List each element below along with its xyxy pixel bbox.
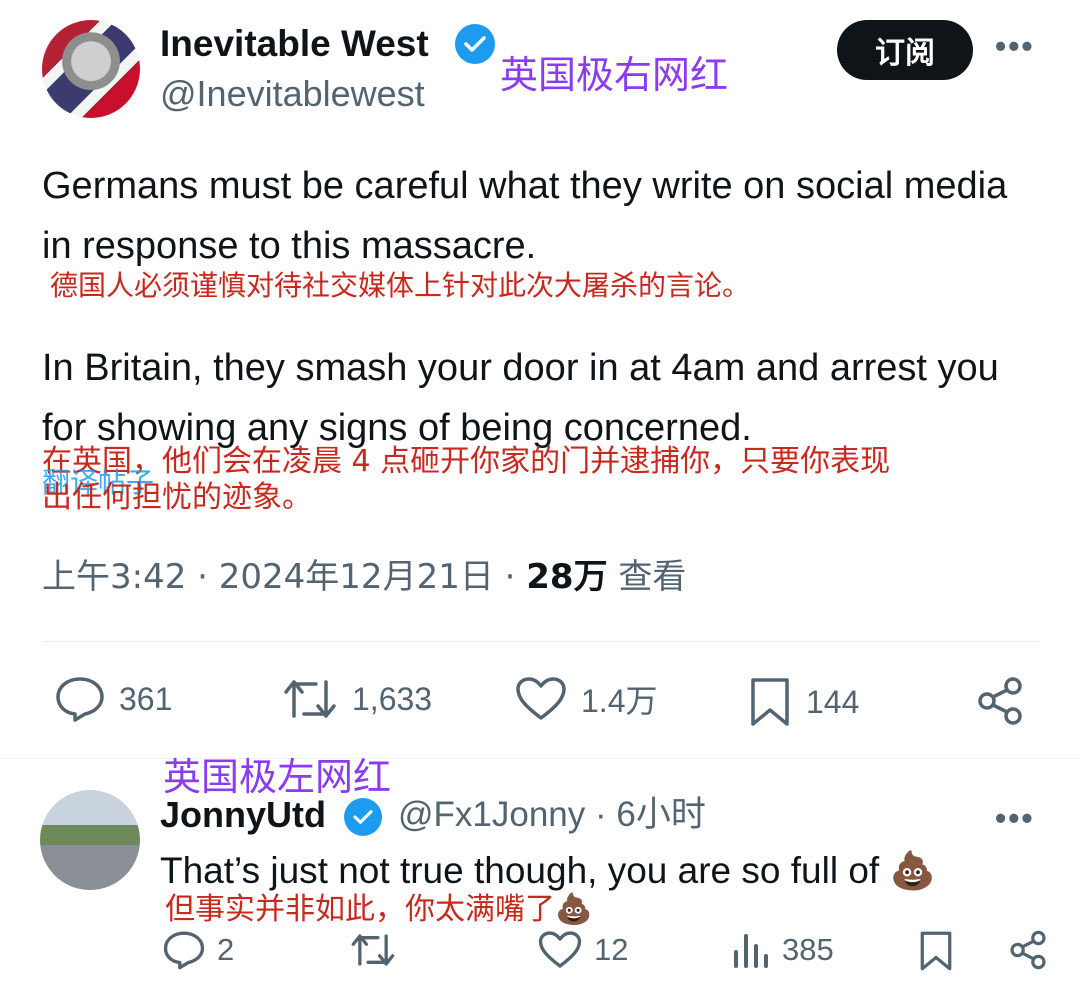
reply-bookmark-button[interactable] [918, 930, 954, 972]
reply-translation: 但事实并非如此，你太满嘴了💩 [165, 892, 593, 927]
tweet-paragraph-1: Germans must be careful what they write … [42, 165, 1008, 267]
tweet-timestamp[interactable]: 上午3:42 · 2024年12月21日 · [42, 557, 526, 597]
author-avatar[interactable] [42, 20, 140, 118]
repost-count: 1,633 [352, 680, 433, 717]
heart-icon [538, 931, 582, 968]
share-button[interactable] [975, 676, 1025, 726]
tweet-meta: 上午3:42 · 2024年12月21日 · 28万 查看 [42, 552, 686, 602]
reply-more-options-button[interactable]: ••• [995, 800, 1035, 837]
reply-views-count: 385 [782, 932, 834, 967]
tweet-paragraph-2-translation-line1: 在英国，他们会在凌晨 4 点砸开你家的门并逮捕你，只要你表现 [42, 444, 891, 479]
reply-button[interactable]: 361 [55, 676, 172, 722]
tweet-paragraph-2-translation-line2: 出任何担忧的迹象。 [42, 480, 312, 515]
share-icon [1010, 930, 1046, 970]
views-count: 28万 [526, 557, 608, 597]
tweet-paragraph-1-translation: 德国人必须谨慎对待社交媒体上针对此次大屠杀的言论。 [50, 269, 751, 302]
reply-text: That’s just not true though, you are so … [160, 850, 936, 891]
reply-views-button[interactable]: 385 [730, 930, 834, 970]
tweet-paragraph-2: In Britain, they smash your door in at 4… [42, 347, 999, 449]
reply-icon [163, 931, 205, 970]
reply-icon [56, 677, 104, 722]
reply-avatar[interactable] [40, 790, 140, 890]
divider [42, 641, 1040, 642]
reply-like-count: 12 [594, 932, 629, 967]
author-name[interactable]: Inevitable West [160, 20, 429, 68]
subscribe-button[interactable]: 订阅 [837, 20, 973, 80]
reply-reply-button[interactable]: 2 [163, 930, 234, 970]
reply-repost-button[interactable] [350, 930, 396, 970]
views-chart-icon [734, 934, 768, 968]
repost-button[interactable]: 1,633 [282, 676, 432, 722]
views-label: 查看 [607, 557, 687, 597]
reply-handle-time[interactable]: @Fx1Jonny · 6小时 [398, 792, 706, 838]
author-handle[interactable]: @Inevitablewest [160, 70, 425, 118]
heart-icon [516, 677, 566, 720]
share-icon [978, 677, 1022, 725]
author-name-text[interactable]: Inevitable West [160, 23, 429, 64]
repost-icon [284, 680, 336, 718]
reply-like-button[interactable]: 12 [538, 930, 628, 970]
bookmark-count: 144 [806, 683, 860, 720]
reply-reply-count: 2 [217, 932, 235, 967]
reply-count: 361 [119, 680, 173, 717]
like-count: 1.4万 [581, 683, 658, 719]
section-divider [0, 758, 1080, 759]
more-options-button[interactable]: ••• [995, 28, 1035, 65]
bookmark-button[interactable]: 144 [748, 676, 859, 728]
reply-verified-badge-icon [344, 798, 382, 836]
repost-icon [351, 934, 395, 966]
author-annotation: 英国极右网红 [500, 53, 729, 97]
like-button[interactable]: 1.4万 [515, 676, 658, 722]
verified-badge-icon [455, 24, 495, 64]
reply-share-button[interactable] [1008, 930, 1048, 970]
bookmark-icon [751, 678, 789, 726]
bookmark-icon [920, 931, 952, 971]
reply-author-name[interactable]: JonnyUtd [160, 792, 326, 838]
